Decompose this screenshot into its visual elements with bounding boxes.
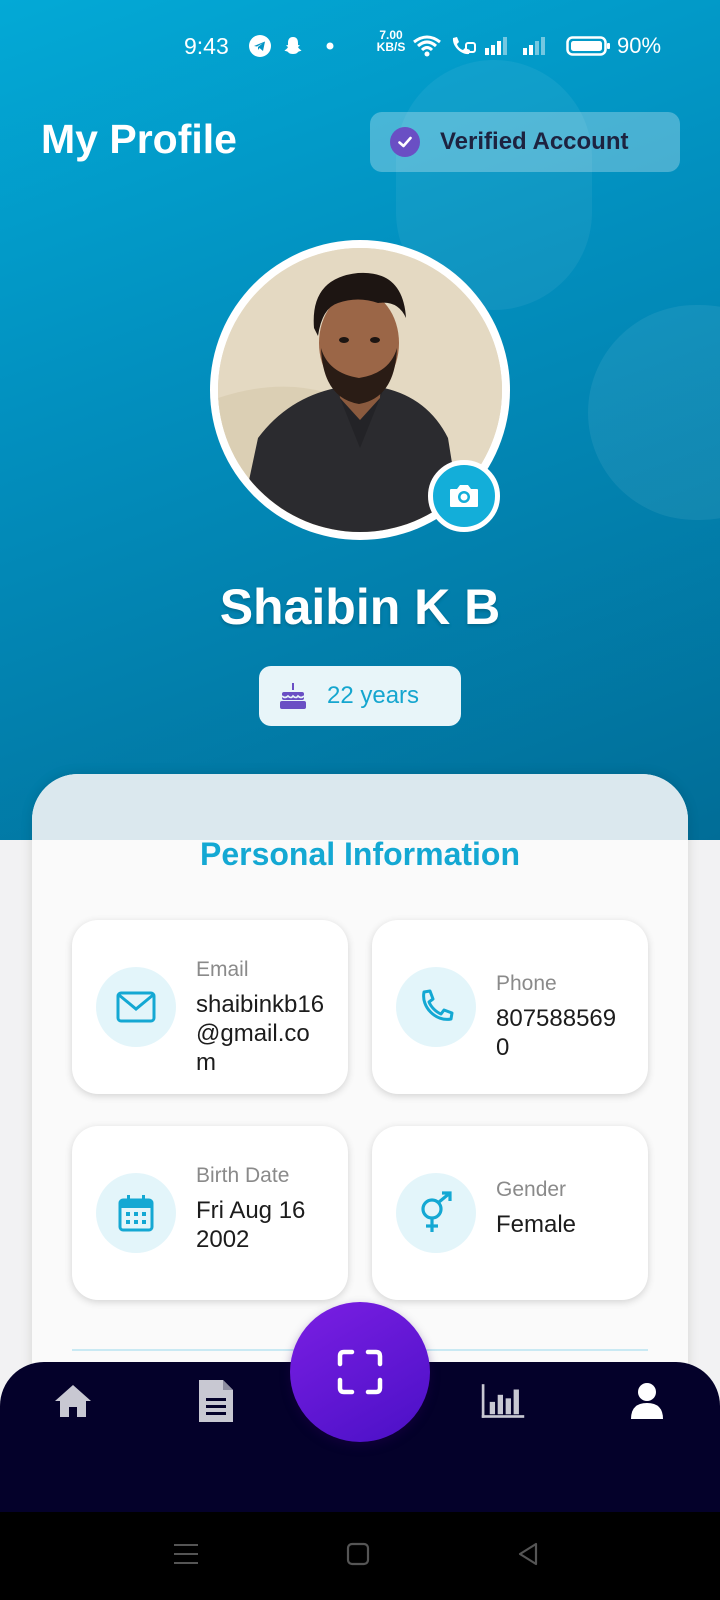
birth-date-tile[interactable]: Birth Date Fri Aug 16 2002 — [72, 1126, 348, 1300]
calendar-icon — [96, 1173, 176, 1253]
camera-icon — [450, 485, 478, 507]
battery-icon — [566, 36, 610, 56]
signal-icon — [523, 37, 545, 55]
telegram-icon — [249, 35, 271, 57]
gender-label: Gender — [496, 1178, 567, 1201]
email-tile[interactable]: Email shaibinkb16@gmail.com — [72, 920, 348, 1094]
wifi-icon — [413, 35, 441, 57]
email-value: shaibinkb16@gmail.com — [196, 991, 325, 1076]
page-title: My Profile — [41, 116, 237, 162]
home-icon — [55, 1385, 91, 1417]
phone-value: 8075885690 — [496, 1005, 617, 1061]
dot-icon — [326, 42, 334, 50]
phone-tile[interactable]: Phone 8075885690 — [372, 920, 648, 1094]
scan-icon — [337, 1349, 383, 1395]
card-header-band — [32, 774, 688, 840]
back-icon[interactable] — [514, 1540, 542, 1568]
verified-label: Verified Account — [440, 128, 629, 155]
battery-percentage: 90% — [617, 33, 662, 58]
change-photo-button[interactable] — [428, 460, 500, 532]
phone-label: Phone — [496, 972, 557, 995]
verified-account-badge: Verified Account — [370, 112, 680, 172]
user-icon — [631, 1383, 663, 1419]
birth-date-value: Fri Aug 16 2002 — [196, 1197, 306, 1253]
volte-call-icon — [452, 37, 476, 55]
nav-profile-button[interactable] — [624, 1378, 670, 1424]
phone-icon — [396, 967, 476, 1047]
nav-home-button[interactable] — [50, 1378, 96, 1424]
gender-icon — [396, 1173, 476, 1253]
email-label: Email — [196, 958, 249, 981]
birth-date-label: Birth Date — [196, 1164, 290, 1187]
menu-icon[interactable] — [172, 1540, 200, 1568]
nav-stats-button[interactable] — [480, 1378, 526, 1424]
birthday-cake-icon — [280, 683, 306, 709]
document-icon — [199, 1380, 233, 1422]
email-icon — [96, 967, 176, 1047]
verified-check-icon — [390, 127, 420, 157]
network-speed: 7.00 KB/S — [374, 29, 408, 53]
snapchat-icon — [284, 37, 302, 54]
decorative-shape — [588, 305, 720, 520]
home-square-icon[interactable] — [344, 1540, 372, 1568]
age-value: 22 years — [327, 682, 420, 709]
section-title: Personal Information — [199, 836, 521, 872]
user-name: Shaibin K B — [219, 579, 501, 635]
network-speed-unit: KB/S — [376, 40, 406, 54]
status-time: 9:43 — [184, 33, 229, 59]
scan-button[interactable] — [290, 1302, 430, 1442]
age-badge: 22 years — [259, 666, 461, 726]
status-bar: 9:43 7.00 KB/S 90% — [0, 0, 720, 92]
nav-documents-button[interactable] — [193, 1378, 239, 1424]
gender-value: Female — [496, 1211, 577, 1238]
signal-icon — [485, 37, 507, 55]
chart-icon — [481, 1384, 525, 1418]
gender-tile[interactable]: Gender Female — [372, 1126, 648, 1300]
